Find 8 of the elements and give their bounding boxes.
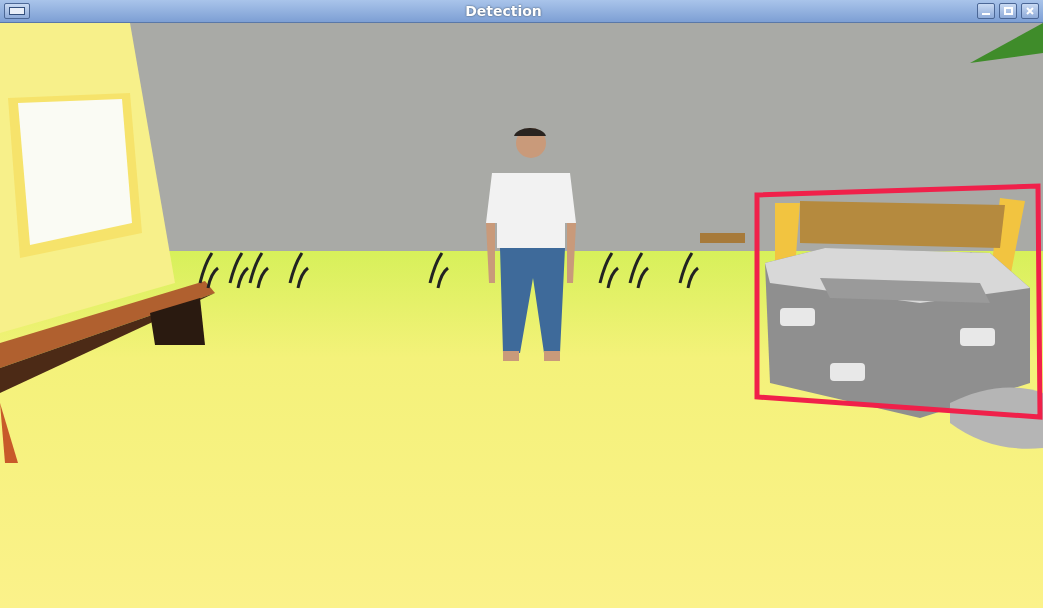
maximize-icon [1003,7,1013,15]
minimize-button[interactable] [977,3,995,19]
maximize-button[interactable] [999,3,1017,19]
close-button[interactable] [1021,3,1039,19]
window-title: Detection [464,3,543,19]
close-icon [1026,7,1034,15]
window-icon [9,7,25,15]
window-menu-button[interactable] [4,3,30,19]
